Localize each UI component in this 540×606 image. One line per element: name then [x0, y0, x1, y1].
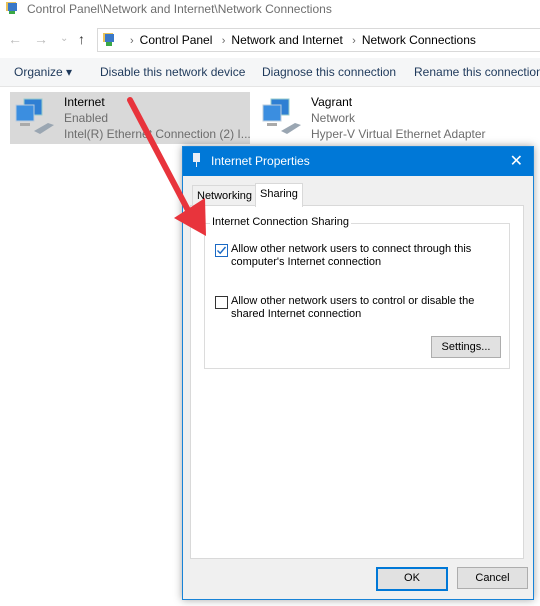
- cancel-button[interactable]: Cancel: [457, 567, 528, 589]
- forward-button[interactable]: →: [34, 31, 48, 47]
- allow-control-label[interactable]: Allow other network users to control or …: [231, 295, 496, 321]
- allow-connect-label[interactable]: Allow other network users to connect thr…: [231, 243, 496, 269]
- breadcrumb: › Control Panel › Network and Internet › Ne…: [124, 33, 476, 47]
- tab-networking[interactable]: Networking: [192, 185, 258, 207]
- dialog-title: Internet Properties: [211, 154, 310, 168]
- control-panel-icon: [103, 33, 114, 46]
- command-bar: Organize ▾ Disable this network device D…: [0, 58, 540, 87]
- network-connections-icon: [6, 2, 17, 14]
- address-bar[interactable]: › Control Panel › Network and Internet › Ne…: [97, 28, 540, 52]
- internet-properties-dialog: Internet Properties ✕ Networking Sharing…: [182, 146, 534, 600]
- ok-button[interactable]: OK: [376, 567, 448, 591]
- dialog-titlebar[interactable]: Internet Properties ✕: [183, 147, 533, 176]
- tab-sharing[interactable]: Sharing: [255, 183, 303, 207]
- disable-device-button[interactable]: Disable this network device: [100, 65, 245, 79]
- breadcrumb-control-panel[interactable]: Control Panel: [140, 33, 213, 47]
- connection-item-vagrant[interactable]: Vagrant Network Hyper-V Virtual Ethernet…: [257, 92, 537, 144]
- breadcrumb-network-connections[interactable]: Network Connections: [362, 33, 476, 47]
- breadcrumb-separator: ›: [130, 35, 134, 47]
- up-button[interactable]: ↑: [78, 31, 85, 47]
- breadcrumb-separator: ›: [352, 35, 356, 47]
- group-title: Internet Connection Sharing: [210, 216, 351, 228]
- connection-name: Vagrant: [311, 95, 353, 109]
- address-bar-row: ← → ⌄ ↑ › Control Panel › Network and Inte…: [0, 28, 540, 52]
- rename-connection-button[interactable]: Rename this connection: [414, 65, 540, 79]
- connection-device: Intel(R) Ethernet Connection (2) I...: [64, 127, 251, 141]
- network-adapter-icon: [262, 98, 301, 134]
- connection-status: Enabled: [64, 111, 109, 125]
- recent-locations-button[interactable]: ⌄: [60, 33, 68, 44]
- back-button[interactable]: ←: [8, 31, 22, 47]
- window-title: Control Panel\Network and Internet\Netwo…: [27, 2, 332, 16]
- breadcrumb-separator: ›: [221, 35, 226, 47]
- breadcrumb-network-and-internet[interactable]: Network and Internet: [231, 33, 342, 47]
- checkmark-icon: [217, 246, 227, 255]
- connection-status: Network: [311, 111, 356, 125]
- window-titlebar: Control Panel\Network and Internet\Netwo…: [0, 0, 540, 20]
- network-adapter-icon: [15, 98, 54, 134]
- close-icon[interactable]: ✕: [510, 151, 523, 171]
- organize-button[interactable]: Organize ▾: [14, 65, 72, 79]
- allow-control-checkbox[interactable]: [215, 296, 228, 309]
- network-cable-icon: [193, 153, 200, 167]
- connection-item-internet[interactable]: Internet Enabled Intel(R) Ethernet Conne…: [10, 92, 251, 144]
- ics-group: Internet Connection Sharing Allow other …: [204, 216, 510, 369]
- settings-button[interactable]: Settings...: [431, 336, 501, 358]
- allow-connect-checkbox[interactable]: [215, 244, 228, 257]
- diagnose-connection-button[interactable]: Diagnose this connection: [262, 65, 396, 79]
- connection-name: Internet: [64, 95, 105, 109]
- connection-device: Hyper-V Virtual Ethernet Adapter: [311, 127, 486, 141]
- sharing-panel: Internet Connection Sharing Allow other …: [190, 205, 524, 559]
